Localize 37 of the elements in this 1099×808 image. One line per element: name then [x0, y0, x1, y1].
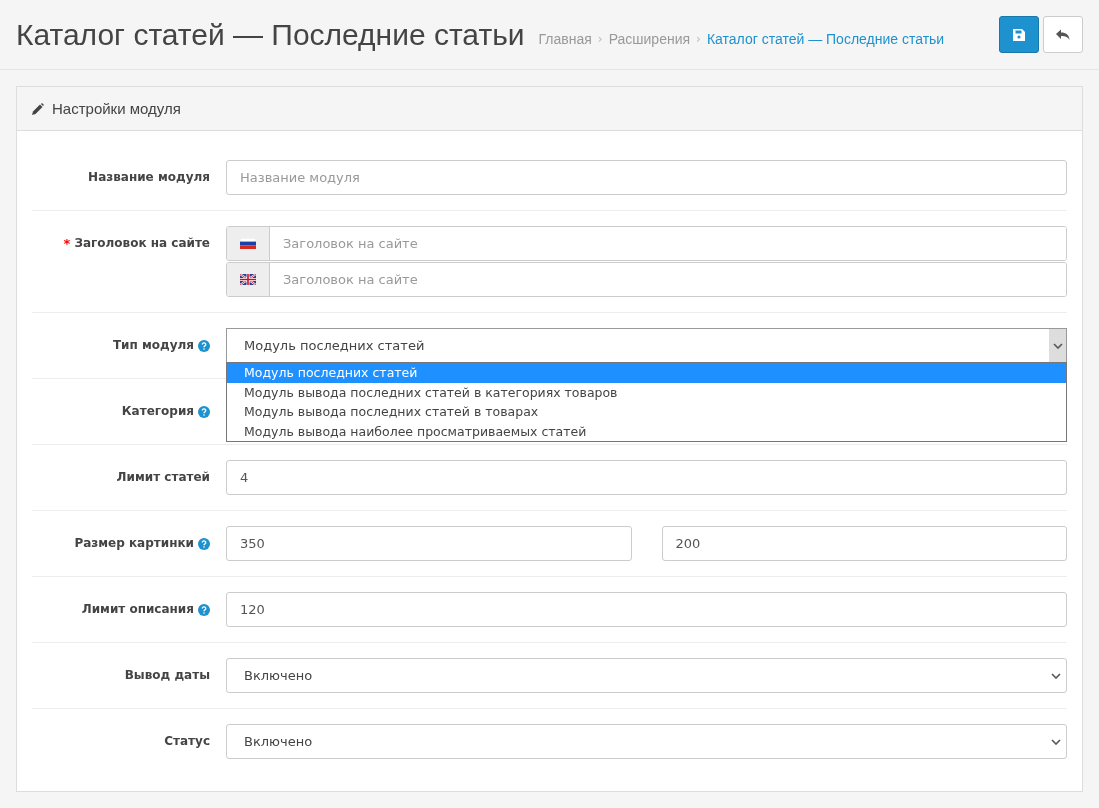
panel-title: Настройки модуля — [52, 100, 181, 117]
text-field[interactable]: 350 — [226, 526, 632, 561]
save-button[interactable] — [999, 16, 1039, 53]
help-icon — [198, 604, 210, 616]
field-label: Лимит описания — [81, 602, 194, 616]
field-label: Категория — [121, 404, 194, 418]
text-field[interactable]: 4 — [226, 460, 1067, 495]
chevron-down-icon — [1050, 672, 1061, 679]
help-icon — [198, 406, 210, 418]
pencil-icon — [32, 102, 44, 115]
field-label: Название модуля — [88, 170, 210, 184]
help-icon — [198, 538, 210, 550]
select-field[interactable]: Включено — [226, 724, 1067, 759]
text-field[interactable]: 200 — [661, 526, 1067, 561]
chevron-down-icon — [1052, 342, 1063, 349]
reply-icon — [1056, 28, 1070, 41]
field-label: Вывод даты — [124, 668, 210, 682]
select-field[interactable]: Включено — [226, 658, 1067, 693]
flag-icon — [240, 274, 256, 285]
field-label: Тип модуля — [112, 338, 194, 352]
back-button[interactable] — [1043, 16, 1083, 53]
field-label: Лимит статей — [116, 470, 210, 484]
page-title: Каталог статей — Последние статьи — [16, 17, 525, 52]
text-field[interactable]: Заголовок на сайте — [226, 226, 1067, 261]
text-field[interactable]: Название модуля — [226, 160, 1067, 195]
field-label: Размер картинки — [74, 536, 194, 550]
save-icon — [1013, 28, 1025, 41]
text-field[interactable]: 120 — [226, 592, 1067, 627]
breadcrumb-separator-icon: › — [597, 31, 603, 46]
help-icon — [198, 340, 210, 352]
field-label: Заголовок на сайте — [74, 236, 210, 250]
required-icon: * — [63, 236, 71, 251]
flag-icon — [240, 238, 256, 249]
chevron-down-icon — [1050, 738, 1061, 745]
text-field[interactable]: Заголовок на сайте — [226, 262, 1067, 297]
breadcrumb-separator-icon: › — [696, 31, 701, 46]
field-label: Статус — [164, 734, 210, 748]
